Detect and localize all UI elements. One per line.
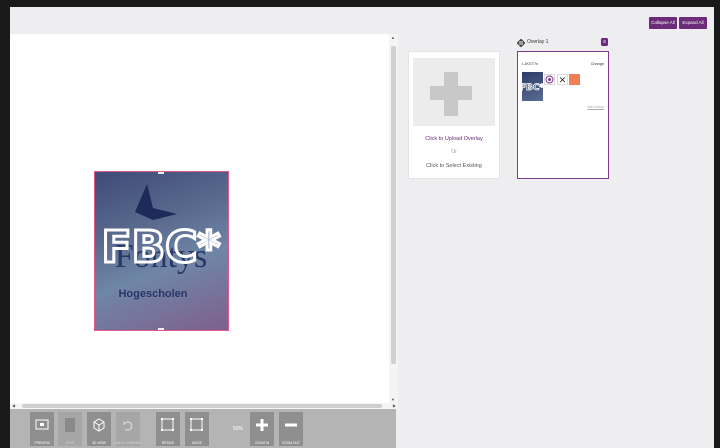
expand-all-button[interactable]: Expand All	[679, 17, 707, 29]
scroll-right-icon[interactable]: ▶	[393, 403, 396, 408]
cube-icon	[93, 418, 105, 432]
scroll-left-icon[interactable]: ◀	[12, 403, 15, 408]
resize-button[interactable]: RESIZE	[156, 412, 180, 446]
overlay-image[interactable]: Fontys Hogescholen FBC*	[94, 171, 229, 331]
plus-icon	[256, 419, 268, 431]
horizontal-scroll-thumb[interactable]	[22, 404, 382, 408]
close-icon: ✕	[558, 75, 567, 85]
eye-icon	[545, 75, 554, 84]
design-canvas[interactable]: Fontys Hogescholen FBC*	[10, 34, 389, 403]
resize-icon	[161, 418, 174, 431]
overlay-thumbnail[interactable]: FBC*	[522, 72, 543, 101]
graffiti-text: FBC*	[102, 222, 221, 273]
change-link[interactable]: Change	[591, 62, 604, 66]
app-frame: Collapse All Expand All Fontys Hogeschol…	[10, 7, 714, 448]
upload-overlay-box[interactable]: Click to Upload Overlay Or Click to Sele…	[408, 51, 500, 179]
collapse-all-button[interactable]: Collapse All	[649, 17, 677, 29]
upload-overlay-link[interactable]: Click to Upload Overlay	[409, 136, 499, 142]
resize-handle-bottom[interactable]	[158, 328, 164, 330]
3d-view-button[interactable]: 3D VIEW	[87, 412, 111, 446]
thumbnail-text: FBC*	[522, 83, 543, 93]
or-label: Or	[451, 149, 457, 155]
undo-changes-button[interactable]: UNDO CHANGES	[115, 412, 141, 446]
shark-fin-logo	[135, 184, 177, 220]
logo-subtext: Hogescholen	[118, 288, 187, 300]
zoom-in-button[interactable]: ZOOM IN	[250, 412, 274, 446]
monitor-icon	[35, 419, 49, 430]
zoom-out-button[interactable]: ZOOM OUT	[279, 412, 303, 446]
overlay-count-badge[interactable]: 8	[601, 38, 608, 46]
undo-icon	[123, 421, 133, 431]
visibility-toggle[interactable]	[544, 74, 555, 85]
scroll-down-icon[interactable]: ▼	[391, 397, 395, 402]
scroll-up-icon[interactable]: ▲	[391, 35, 395, 40]
vertical-scrollbar[interactable]: ▲ ▼	[389, 34, 398, 403]
vertical-scroll-thumb[interactable]	[391, 46, 396, 364]
overlay-id: L1KGT7n	[522, 62, 539, 66]
overlay-title: Overlay 1	[527, 39, 549, 45]
remove-overlay-button[interactable]: ✕	[557, 74, 568, 85]
select-existing-link[interactable]: Click to Select Existing	[409, 163, 499, 169]
minus-icon	[285, 423, 297, 427]
upload-placeholder[interactable]	[413, 58, 495, 126]
step-button[interactable]: STEP	[58, 412, 82, 446]
resize-handle-top[interactable]	[158, 172, 164, 174]
add-action-link[interactable]: Add Action	[587, 105, 604, 109]
bottom-toolbar: PREVIEW STEP 3D VIEW UNDO CHANGES RESIZE…	[10, 409, 396, 448]
zoom-level: 50%	[233, 426, 244, 432]
move-button[interactable]: MOVE	[185, 412, 209, 446]
overlay-header: Overlay 1 8	[517, 38, 609, 48]
move-icon	[190, 418, 203, 431]
move-arrows-icon[interactable]	[517, 39, 525, 47]
page-icon	[65, 418, 75, 432]
overlay-color-swatch[interactable]	[569, 74, 580, 85]
overlay-card: L1KGT7n Change FBC* ✕ Add Action	[517, 51, 609, 179]
preview-button[interactable]: PREVIEW	[30, 412, 54, 446]
